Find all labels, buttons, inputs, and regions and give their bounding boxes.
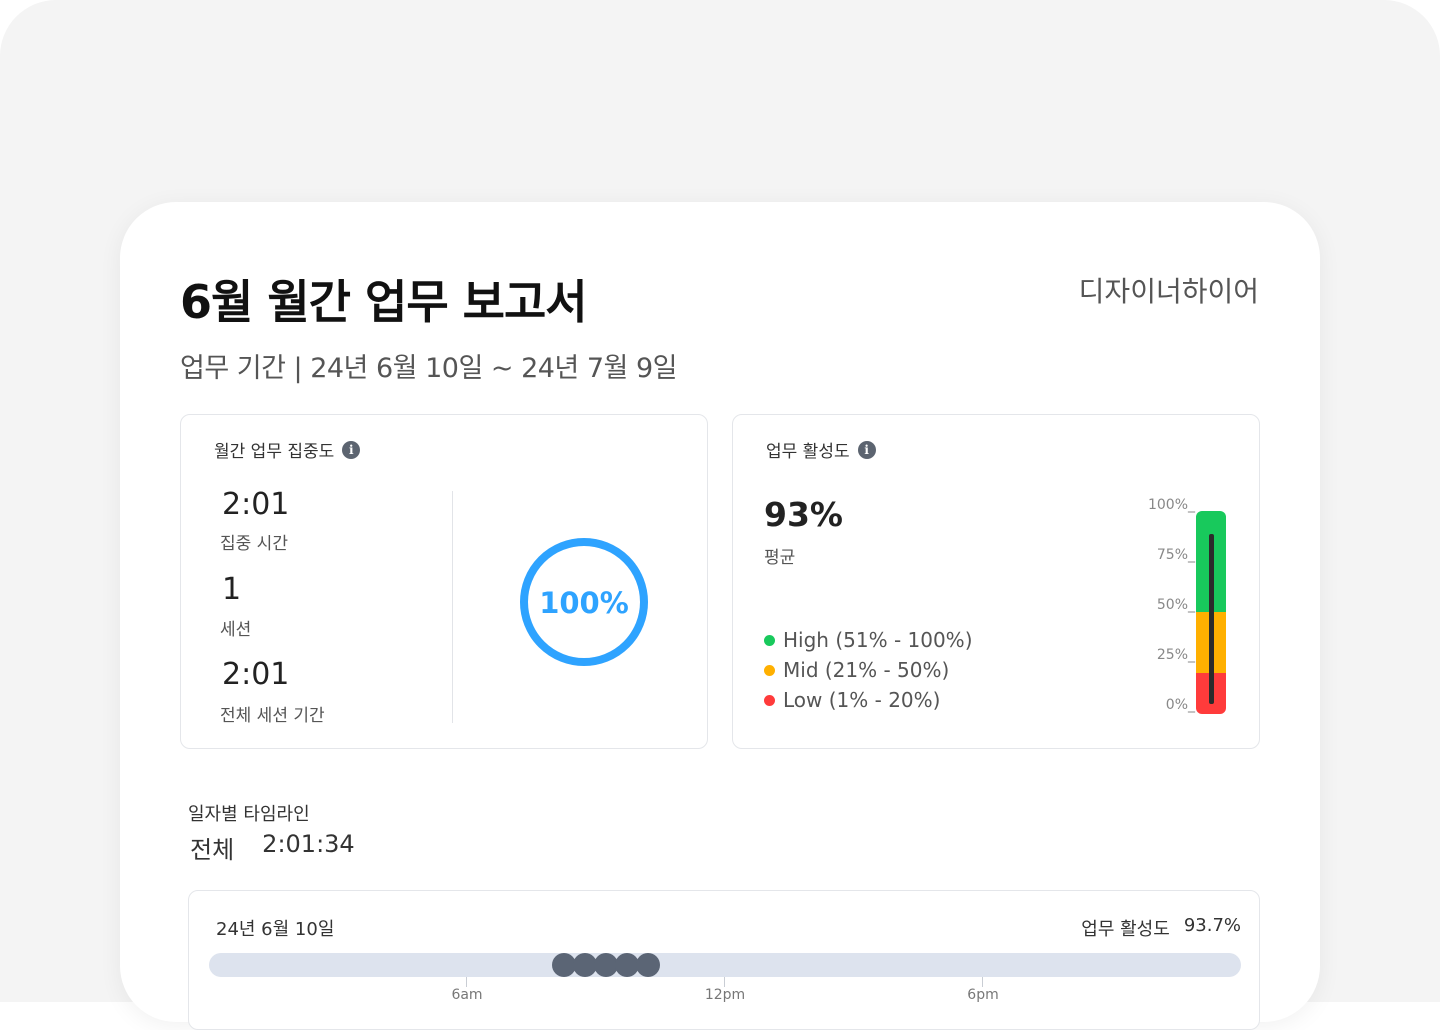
time-tick-12pm [724, 977, 725, 987]
legend-item-low: Low (1% - 20%) [764, 685, 973, 715]
timeline-track [209, 953, 1241, 977]
legend-label-high: High (51% - 100%) [783, 628, 973, 652]
legend-dot-low [764, 694, 775, 706]
activity-average-label: 평균 [764, 548, 796, 568]
day-activity-value: 93.7% [1183, 915, 1241, 936]
time-label-6pm: 6pm [967, 987, 999, 1003]
activity-legend: High (51% - 100%) Mid (21% - 50%) Low (1… [764, 625, 973, 715]
report-period: 업무 기간 | 24년 6월 10일 ~ 24년 7월 9일 [180, 353, 677, 384]
legend-item-high: High (51% - 100%) [764, 625, 973, 655]
report-title: 6월 월간 업무 보고서 [180, 275, 588, 329]
legend-dot-high [764, 634, 775, 646]
focus-ring-label: 100% [539, 586, 629, 620]
info-icon[interactable]: i [342, 440, 361, 459]
legend-item-mid: Mid (21% - 50%) [764, 655, 973, 685]
focus-time-label: 집중 시간 [220, 534, 288, 554]
focus-ring-chart: 100% [520, 538, 648, 666]
day-activity: 업무 활성도 93.7% [1081, 915, 1241, 941]
time-label-6am: 6am [451, 987, 483, 1003]
legend-dot-mid [764, 664, 775, 676]
activity-panel-title: 업무 활성도 [766, 442, 850, 462]
session-count-value: 1 [222, 572, 242, 607]
session-count-label: 세션 [220, 620, 252, 640]
brand-name: 디자이너하이어 [1078, 275, 1259, 308]
gauge-tick-100: 100%_ [1147, 497, 1195, 513]
session-duration-value: 2:01 [222, 657, 290, 692]
activity-average-value: 93% [764, 495, 843, 534]
timeline-total-label: 전체 [190, 836, 235, 864]
day-date: 24년 6월 10일 [216, 919, 335, 940]
timeline-total: 전체 2:01:34 [190, 830, 355, 865]
time-tick-6pm [982, 977, 983, 987]
panel-divider [452, 491, 453, 723]
day-card[interactable]: 24년 6월 10일 업무 활성도 93.7% 6am 12pm 6pm [188, 890, 1260, 1030]
gauge-level-indicator [1209, 533, 1214, 704]
focus-time-value: 2:01 [222, 487, 290, 522]
activity-panel: 업무 활성도 i 93% 평균 High (51% - 100%) Mid (2… [732, 414, 1260, 749]
time-label-12pm: 12pm [704, 987, 746, 1003]
activity-panel-header: 업무 활성도 i [766, 437, 876, 462]
gauge-tick-75: 75%_ [1156, 547, 1195, 563]
focus-panel-header: 월간 업무 집중도 i [214, 437, 361, 462]
session-duration-label: 전체 세션 기간 [220, 706, 325, 726]
gauge-tick-25: 25%_ [1156, 647, 1195, 663]
timeline-title: 일자별 타임라인 [188, 804, 310, 825]
info-icon[interactable]: i [857, 440, 876, 459]
legend-label-mid: Mid (21% - 50%) [783, 658, 950, 682]
focus-panel: 월간 업무 집중도 i 2:01 집중 시간 1 세션 2:01 전체 세션 기… [180, 414, 708, 749]
focus-panel-title: 월간 업무 집중도 [214, 442, 335, 462]
timeline-total-value: 2:01:34 [262, 830, 355, 858]
session-marker[interactable] [636, 953, 660, 977]
day-activity-label: 업무 활성도 [1081, 919, 1170, 940]
legend-label-low: Low (1% - 20%) [783, 688, 941, 712]
gauge-tick-50: 50%_ [1156, 597, 1195, 613]
gauge-tick-0: 0%_ [1165, 697, 1195, 713]
time-tick-6am [466, 977, 467, 987]
